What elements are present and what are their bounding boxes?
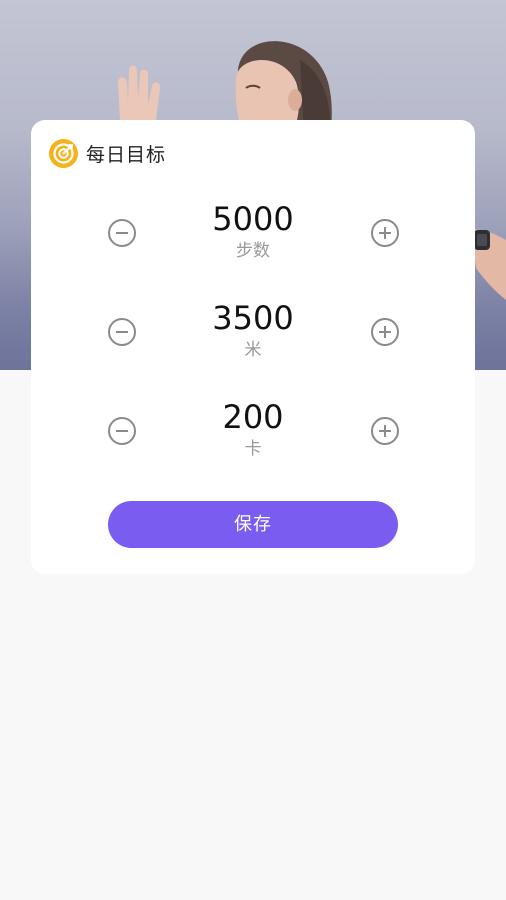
distance-unit-label: 米 xyxy=(244,340,262,360)
target-icon xyxy=(49,138,78,168)
daily-goal-screen: 每日目标 5000 步数 3500 米 200 卡 保存 xyxy=(0,0,506,900)
increment-steps-button[interactable] xyxy=(371,219,399,247)
decrement-distance-button[interactable] xyxy=(108,318,136,346)
daily-goal-card: 每日目标 5000 步数 3500 米 200 卡 保存 xyxy=(31,120,475,574)
steps-value: 5000 xyxy=(212,200,294,238)
plus-icon-v xyxy=(384,425,386,437)
calories-value: 200 xyxy=(222,398,284,436)
plus-icon-v xyxy=(384,326,386,338)
minus-icon xyxy=(116,430,128,432)
card-title: 每日目标 xyxy=(86,143,167,166)
decrement-steps-button[interactable] xyxy=(108,219,136,247)
decrement-calories-button[interactable] xyxy=(108,417,136,445)
steps-unit-label: 步数 xyxy=(236,241,270,261)
card-header: 每日目标 xyxy=(49,138,166,168)
goal-row-calories: 200 卡 xyxy=(31,397,475,467)
goal-row-steps: 5000 步数 xyxy=(31,199,475,269)
save-button[interactable]: 保存 xyxy=(108,501,398,548)
increment-distance-button[interactable] xyxy=(371,318,399,346)
minus-icon xyxy=(116,232,128,234)
distance-value: 3500 xyxy=(212,299,294,337)
minus-icon xyxy=(116,331,128,333)
increment-calories-button[interactable] xyxy=(371,417,399,445)
calories-unit-label: 卡 xyxy=(244,439,262,459)
plus-icon-v xyxy=(384,227,386,239)
goal-row-distance: 3500 米 xyxy=(31,298,475,368)
